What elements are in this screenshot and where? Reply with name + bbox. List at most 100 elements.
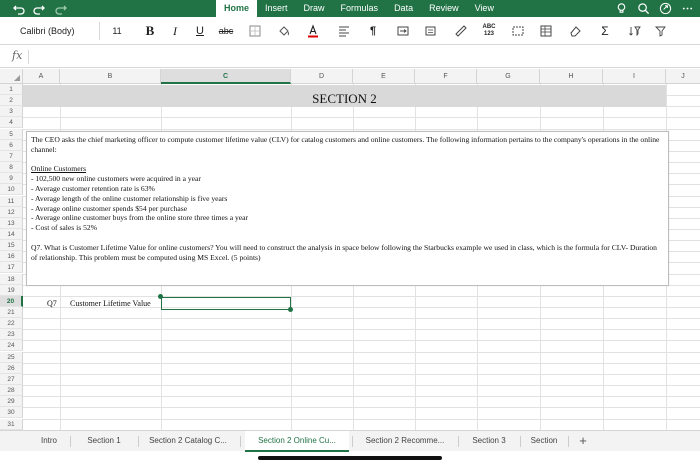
insert-cells-icon[interactable] — [509, 22, 527, 40]
cell-b20[interactable]: Customer Lifetime Value — [70, 299, 151, 308]
spelling-button[interactable]: ABC 123 — [478, 22, 500, 40]
row-header-31[interactable]: 31 — [0, 418, 23, 430]
column-header-i[interactable]: I — [603, 69, 666, 84]
more-icon[interactable] — [680, 2, 694, 16]
font-size-select[interactable]: 11 — [102, 22, 132, 40]
column-header-c[interactable]: C — [161, 69, 291, 84]
tab-insert[interactable]: Insert — [257, 0, 296, 17]
tab-review[interactable]: Review — [421, 0, 467, 17]
search-icon[interactable] — [636, 2, 650, 16]
wrap-text-icon[interactable]: ¶ — [364, 22, 382, 40]
row-header-12[interactable]: 12 — [0, 206, 23, 218]
row-header-28[interactable]: 28 — [0, 385, 23, 397]
sheet-tab-section-3[interactable]: Section 3 — [461, 431, 517, 452]
row-header-26[interactable]: 26 — [0, 362, 23, 374]
tab-home[interactable]: Home — [216, 0, 258, 17]
active-cell-c20[interactable] — [161, 297, 291, 310]
add-sheet-button[interactable]: + — [576, 431, 590, 452]
bullet-item: - Average customer retention rate is 63% — [31, 183, 155, 193]
tab-data[interactable]: Data — [386, 0, 421, 17]
row-header-15[interactable]: 15 — [0, 240, 23, 252]
tab-view[interactable]: View — [467, 0, 502, 17]
sheet-tab-section-1[interactable]: Section 1 — [72, 431, 136, 452]
share-icon[interactable] — [658, 2, 672, 16]
italic-button[interactable]: I — [166, 22, 184, 40]
row-header-25[interactable]: 25 — [0, 351, 23, 363]
autosum-button[interactable]: Σ — [596, 22, 614, 40]
formula-bar: fx — [0, 46, 700, 68]
row-header-16[interactable]: 16 — [0, 251, 23, 263]
cell-a20[interactable]: Q7 — [47, 299, 57, 308]
column-header-g[interactable]: G — [477, 69, 540, 84]
row-header-3[interactable]: 3 — [0, 106, 23, 118]
tab-formulas[interactable]: Formulas — [333, 0, 387, 17]
undo-icon[interactable] — [10, 0, 28, 17]
sheet-tab-section-2-online[interactable]: Section 2 Online Cu... — [245, 431, 349, 452]
row-header-8[interactable]: 8 — [0, 162, 23, 174]
row-header-5[interactable]: 5 — [0, 128, 23, 140]
row-header-7[interactable]: 7 — [0, 150, 23, 162]
row-header-6[interactable]: 6 — [0, 139, 23, 151]
tab-draw[interactable]: Draw — [296, 0, 333, 17]
redo-secondary-icon[interactable] — [52, 0, 70, 17]
column-header-a[interactable]: A — [23, 69, 60, 84]
font-name-select[interactable]: Calibri (Body) — [10, 22, 100, 40]
row-header-30[interactable]: 30 — [0, 407, 23, 419]
sheet-tab-section-2-recommendations[interactable]: Section 2 Recomme... — [355, 431, 455, 452]
eraser-icon[interactable] — [566, 22, 584, 40]
merge-cells-icon[interactable] — [394, 22, 412, 40]
lightbulb-icon[interactable] — [614, 2, 628, 16]
column-header-b[interactable]: B — [60, 69, 161, 84]
row-header-11[interactable]: 11 — [0, 195, 23, 207]
section-title: SECTION 2 — [312, 91, 377, 106]
align-icon[interactable] — [335, 22, 353, 40]
home-indicator — [258, 456, 442, 460]
strikethrough-button[interactable]: abc — [215, 22, 237, 40]
sort-filter-icon[interactable] — [626, 22, 644, 40]
underline-button[interactable]: U — [191, 22, 209, 40]
table-icon[interactable] — [537, 22, 555, 40]
clear-filter-icon[interactable] — [652, 22, 670, 40]
font-color-icon[interactable] — [304, 22, 322, 40]
row-header-23[interactable]: 23 — [0, 329, 23, 341]
row-gridline — [23, 385, 700, 387]
row-header-9[interactable]: 9 — [0, 173, 23, 185]
column-header-h[interactable]: H — [540, 69, 603, 84]
format-painter-icon[interactable] — [452, 22, 470, 40]
selection-handle[interactable] — [288, 307, 293, 312]
borders-icon[interactable] — [246, 22, 264, 40]
row-header-24[interactable]: 24 — [0, 340, 23, 352]
row-header-19[interactable]: 19 — [0, 284, 23, 296]
row-gridline — [23, 340, 700, 342]
row-header-2[interactable]: 2 — [0, 95, 23, 107]
row-header-13[interactable]: 13 — [0, 217, 23, 229]
instructions-textbox[interactable]: The CEO asks the chief marketing officer… — [26, 131, 669, 286]
row-gridline — [23, 396, 700, 398]
row-gridline — [23, 318, 700, 320]
bold-button[interactable]: B — [141, 22, 159, 40]
row-header-14[interactable]: 14 — [0, 228, 23, 240]
column-header-j[interactable]: J — [666, 69, 700, 84]
row-header-29[interactable]: 29 — [0, 396, 23, 408]
sheet-tab-intro[interactable]: Intro — [30, 431, 68, 452]
column-header-e[interactable]: E — [353, 69, 415, 84]
row-header-22[interactable]: 22 — [0, 318, 23, 330]
row-header-18[interactable]: 18 — [0, 273, 23, 285]
row-header-21[interactable]: 21 — [0, 307, 23, 318]
redo-icon[interactable] — [30, 0, 48, 17]
sheet-tab-section[interactable]: Section — [523, 431, 565, 452]
select-all-corner[interactable] — [0, 69, 23, 84]
fx-label[interactable]: fx — [12, 49, 22, 62]
column-header-d[interactable]: D — [291, 69, 353, 84]
row-header-20[interactable]: 20 — [0, 295, 23, 307]
row-header-27[interactable]: 27 — [0, 373, 23, 385]
row-header-4[interactable]: 4 — [0, 117, 23, 129]
row-header-17[interactable]: 17 — [0, 262, 23, 274]
selection-handle[interactable] — [158, 294, 163, 299]
fill-color-icon[interactable] — [275, 22, 293, 40]
column-header-f[interactable]: F — [415, 69, 477, 84]
sheet-tab-section-2-catalog[interactable]: Section 2 Catalog C... — [140, 431, 236, 452]
row-header-1[interactable]: 1 — [0, 84, 23, 95]
number-format-icon[interactable] — [422, 22, 440, 40]
row-header-10[interactable]: 10 — [0, 184, 23, 196]
